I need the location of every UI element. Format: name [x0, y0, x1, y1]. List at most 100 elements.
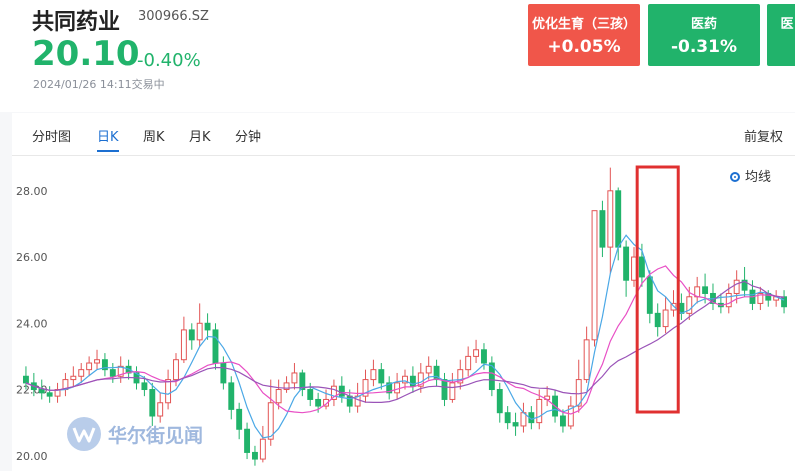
sector-card-pharma[interactable]: 医药 -0.31% [648, 4, 760, 66]
candle-body [196, 322, 203, 341]
quote-header: 共同药业 300966.SZ 20.10 -0.40% 2024/01/26 1… [0, 0, 795, 112]
kline-panel: 分时图 日K 周K 月K 分钟 前复权 20.00 22.00 24.00 26.00… [12, 113, 795, 471]
candle-body [204, 322, 211, 331]
candle [109, 363, 116, 383]
candle-body [188, 329, 195, 341]
y-tick-label: 28.00 [16, 185, 48, 198]
candle-body [252, 451, 258, 460]
candle [504, 406, 511, 430]
candle [512, 412, 519, 436]
candle-body [646, 276, 653, 314]
candle-body [425, 365, 432, 374]
moving-average-legend[interactable]: 均线 [730, 166, 771, 185]
candle-body [512, 422, 519, 427]
candle [591, 210, 598, 347]
candle [623, 240, 630, 297]
y-tick-label: 24.00 [16, 317, 48, 330]
candle-body [599, 210, 606, 248]
candle-body [559, 415, 566, 427]
candle [425, 356, 432, 380]
candle-body [149, 389, 156, 417]
candle [117, 356, 124, 383]
candle [488, 356, 495, 397]
candle-body [244, 428, 251, 453]
candle [583, 326, 590, 383]
candle-body [473, 349, 480, 357]
sector-card-sanhai[interactable]: 优化生育（三孩） +0.05% [528, 4, 640, 66]
sector-name: 医药 [690, 17, 717, 32]
sector-card-partial[interactable]: 医 [767, 4, 795, 66]
candle-body [583, 339, 590, 381]
candle [101, 353, 108, 377]
candle [773, 290, 780, 307]
y-tick-label: 20.00 [16, 450, 48, 463]
candle-body [781, 296, 787, 308]
y-tick-label: 26.00 [16, 251, 48, 264]
candlestick-chart: 20.0022.0024.0026.0028.00 [16, 165, 787, 466]
candle-body [46, 392, 53, 397]
candle-body [38, 389, 45, 394]
candle [441, 372, 448, 407]
candle-body [623, 246, 630, 281]
candle [149, 382, 156, 426]
candle [252, 445, 258, 466]
candle-body [315, 398, 322, 407]
candle-body [220, 362, 227, 384]
candle-body [725, 292, 732, 308]
candle-body [536, 398, 543, 424]
sector-change: -0.31% [670, 37, 738, 57]
candle [62, 372, 69, 397]
candle [196, 303, 203, 347]
sector-name: 优化生育（三孩） [531, 17, 636, 32]
candle-body [591, 210, 598, 341]
candle [607, 167, 614, 274]
candle [94, 349, 100, 370]
legend-label: 均线 [745, 170, 772, 185]
candle-body [378, 369, 385, 384]
candle [710, 283, 716, 311]
candle-body [165, 379, 172, 404]
candle [220, 356, 227, 390]
candle [694, 276, 701, 304]
candle [662, 296, 669, 334]
candle [465, 346, 472, 377]
candle [473, 339, 480, 364]
candle [362, 369, 369, 403]
candle-body [70, 375, 77, 381]
candle-body [638, 256, 645, 278]
candle-body [504, 412, 511, 424]
candle-body [370, 369, 377, 381]
candle [157, 392, 164, 423]
candle-body [449, 382, 456, 400]
candle-body [654, 312, 661, 328]
candle [86, 356, 93, 377]
candle-body [441, 379, 448, 400]
candle-body [78, 369, 85, 377]
candle-body [465, 355, 472, 371]
candle-body [481, 349, 487, 364]
candle [330, 379, 337, 407]
candle-body [607, 190, 614, 248]
candle-body [733, 279, 740, 294]
candle [78, 363, 85, 383]
candle [188, 323, 195, 350]
stock-name: 共同药业 [32, 10, 121, 35]
candle-body [496, 389, 503, 414]
candle-body [141, 382, 148, 391]
candle-body [212, 329, 219, 364]
candle [204, 313, 211, 340]
candle [180, 316, 187, 364]
candle-body [109, 369, 116, 377]
radio-selected-icon [730, 172, 740, 182]
candle-body [173, 359, 179, 381]
candle [599, 200, 606, 258]
candle-body [275, 389, 282, 404]
candle [394, 372, 401, 400]
candle [244, 422, 251, 460]
watermark-text: 华尔街见闻 [108, 425, 204, 447]
candle [433, 359, 440, 387]
candle [781, 290, 787, 314]
candle [409, 366, 416, 393]
candle [236, 402, 243, 440]
last-price: 20.10 [32, 34, 140, 74]
